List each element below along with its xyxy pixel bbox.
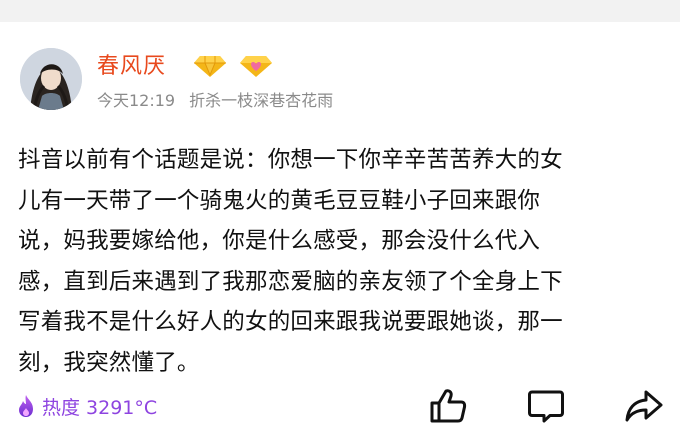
heart-diamond-badge-icon[interactable] (239, 54, 273, 78)
post-meta: 今天12:19 折杀一枝深巷杏花雨 (97, 91, 333, 111)
post-card: 春风厌 今天12:19 折杀一枝深巷杏花雨 抖音以前有个话题是说：你想一下你辛辛苦… (0, 22, 680, 430)
heat-text: 热度 3291°C (42, 396, 158, 419)
comment-icon (528, 390, 564, 423)
like-button[interactable] (426, 386, 470, 426)
avatar-image (20, 48, 82, 110)
flame-icon (15, 394, 37, 418)
comment-button[interactable] (524, 386, 568, 426)
share-arrow-icon (625, 390, 663, 422)
diamond-badge-icon[interactable] (193, 54, 227, 78)
thumbs-up-icon (430, 389, 467, 423)
post-time: 今天12:19 (97, 91, 176, 110)
author-signature: 折杀一枝深巷杏花雨 (189, 91, 334, 110)
post-content: 抖音以前有个话题是说：你想一下你辛辛苦苦养大的女 儿有一天带了一个骑鬼火的黄毛豆… (18, 147, 563, 376)
share-button[interactable] (622, 386, 666, 426)
heat-indicator: 热度 3291°C (15, 392, 157, 420)
avatar[interactable] (20, 48, 82, 110)
author-name[interactable]: 春风厌 (97, 54, 166, 80)
